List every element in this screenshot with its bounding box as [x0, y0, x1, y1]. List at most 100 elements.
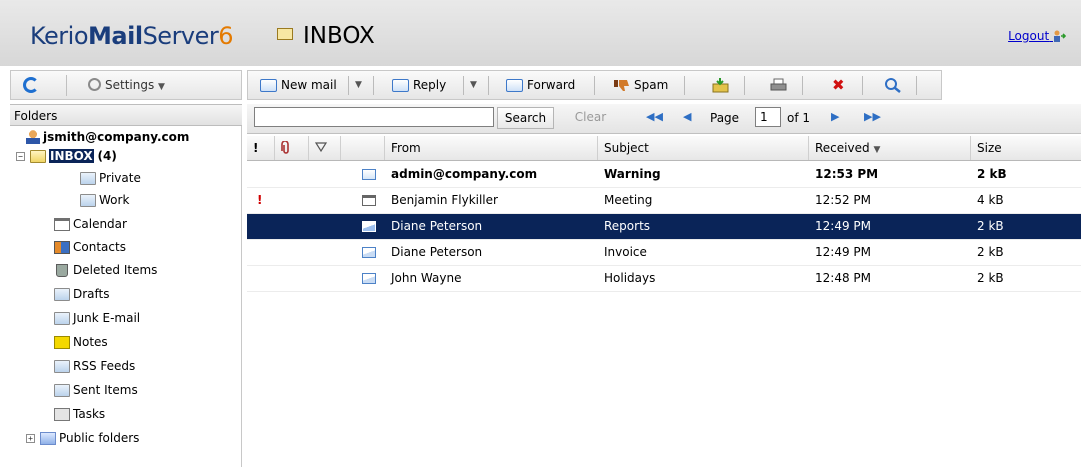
toolbar-separator: [66, 75, 67, 96]
folder-icon: [54, 311, 70, 325]
collapse-icon[interactable]: −: [16, 151, 25, 161]
column-from[interactable]: From: [385, 136, 598, 160]
sidebar-item-rss-feeds[interactable]: RSS Feeds: [54, 356, 135, 376]
column-subject[interactable]: Subject: [598, 136, 809, 160]
table-row[interactable]: Diane Peterson Invoice 12:49 PM 2 kB: [247, 240, 1081, 266]
column-size[interactable]: Size: [971, 136, 1081, 160]
refresh-icon[interactable]: [23, 77, 39, 93]
expand-icon[interactable]: +: [26, 433, 35, 443]
table-row[interactable]: John Wayne Holidays 12:48 PM 2 kB: [247, 266, 1081, 292]
subject-column-label: Subject: [604, 141, 649, 155]
gear-icon: [88, 78, 101, 91]
sidebar-item-contacts[interactable]: Contacts: [54, 237, 126, 257]
brand-server: Server: [142, 22, 219, 50]
first-page-icon[interactable]: ◀◀: [646, 110, 663, 123]
brand-prefix: Kerio: [30, 22, 89, 50]
forward-label: Forward: [527, 78, 576, 92]
sidebar-item-notes[interactable]: Notes: [54, 332, 108, 352]
folder-label: Sent Items: [73, 383, 138, 397]
message-size: 2 kB: [977, 167, 1007, 181]
message-list-header: ! From Subject Received ▼ Size: [247, 136, 1081, 161]
logout-label: Logout: [1008, 29, 1050, 43]
clear-button[interactable]: Clear: [564, 107, 617, 129]
reply-button[interactable]: Reply: [392, 71, 446, 99]
column-type: [341, 136, 385, 160]
folder-label: Calendar: [73, 217, 127, 231]
settings-button[interactable]: Settings ▼: [88, 78, 165, 92]
column-priority[interactable]: !: [247, 136, 275, 160]
reply-dropdown[interactable]: ▼: [470, 71, 477, 99]
sidebar-item-inbox[interactable]: − INBOX (4): [16, 146, 117, 166]
folder-label: Work: [99, 193, 130, 207]
priority-column-label: !: [253, 141, 259, 155]
message-received: 12:49 PM: [815, 219, 871, 233]
sidebar-item-junk-email[interactable]: Junk E-mail: [54, 308, 140, 328]
folder-label: Tasks: [73, 407, 106, 421]
next-page-icon[interactable]: ▶: [831, 110, 839, 123]
calendar-icon: [54, 217, 70, 231]
toolbar-separator: [744, 76, 745, 95]
page-title-text: INBOX: [303, 23, 375, 49]
table-row[interactable]: admin@company.com Warning 12:53 PM 2 kB: [247, 162, 1081, 188]
toolbar-separator: [463, 76, 464, 95]
sidebar-item-work[interactable]: Work: [80, 190, 129, 210]
toolbar-separator: [684, 76, 685, 95]
message-from: Benjamin Flykiller: [391, 193, 498, 207]
flag-icon: [314, 142, 328, 153]
folder-label: Contacts: [73, 240, 126, 254]
print-button[interactable]: [770, 71, 791, 99]
folder-label: Public folders: [59, 431, 140, 445]
sidebar-item-sent-items[interactable]: Sent Items: [54, 380, 138, 400]
reply-label: Reply: [413, 78, 447, 92]
sidebar-item-public-folders[interactable]: + Public folders: [26, 428, 139, 448]
table-row[interactable]: Diane Peterson Reports 12:49 PM 2 kB: [247, 214, 1081, 240]
folder-icon: [277, 28, 293, 40]
message-size: 2 kB: [977, 245, 1004, 259]
mail-unread-icon: [362, 169, 376, 180]
page-title: INBOX: [277, 23, 375, 49]
search-button[interactable]: Search: [497, 107, 554, 129]
message-received: 12:52 PM: [815, 193, 871, 207]
previous-page-icon[interactable]: ◀: [683, 110, 691, 123]
logout-link[interactable]: Logout: [1008, 29, 1067, 43]
folder-label: Deleted Items: [73, 263, 158, 277]
chevron-down-icon: ▼: [158, 82, 165, 92]
sidebar-item-calendar[interactable]: Calendar: [54, 214, 127, 234]
forward-button[interactable]: Forward: [506, 71, 575, 99]
folder-icon: [54, 287, 70, 301]
column-flag[interactable]: [309, 136, 341, 160]
new-mail-button[interactable]: New mail: [260, 71, 337, 99]
sidebar-item-deleted-items[interactable]: Deleted Items: [54, 260, 157, 280]
search-bar: Search Clear ◀◀ ◀ Page of 1 ▶ ▶▶: [247, 104, 1081, 134]
search-input[interactable]: [254, 107, 494, 127]
delete-button[interactable]: ✖: [832, 71, 845, 99]
last-page-icon[interactable]: ▶▶: [864, 110, 881, 123]
sidebar-item-private[interactable]: Private: [80, 168, 141, 188]
page-number-input[interactable]: [755, 107, 781, 127]
find-button[interactable]: [884, 71, 905, 99]
folder-icon: [54, 383, 70, 397]
table-row[interactable]: ! Benjamin Flykiller Meeting 12:52 PM 4 …: [247, 188, 1081, 214]
brand-logo: KerioMailServer6: [30, 22, 234, 50]
new-mail-dropdown[interactable]: ▼: [355, 71, 362, 99]
message-from: John Wayne: [391, 271, 462, 285]
column-received[interactable]: Received ▼: [809, 136, 971, 160]
sidebar-item-tasks[interactable]: Tasks: [54, 404, 105, 424]
meeting-request-icon: [362, 195, 376, 206]
toolbar-separator: [802, 76, 803, 95]
mail-read-icon: [362, 273, 376, 284]
forward-icon: [506, 78, 523, 92]
brand-mail: Mail: [88, 22, 143, 50]
account-node[interactable]: jsmith@company.com: [26, 127, 189, 147]
mail-read-icon: [362, 221, 376, 232]
sort-descending-icon: ▼: [873, 145, 881, 155]
move-to-folder-button[interactable]: [712, 71, 733, 99]
sidebar-item-drafts[interactable]: Drafts: [54, 284, 110, 304]
app-header: KerioMailServer6 INBOX Logout: [0, 0, 1081, 66]
spam-button[interactable]: Spam: [613, 71, 668, 99]
folder-icon: [80, 171, 96, 185]
message-from: Diane Peterson: [391, 219, 483, 233]
column-attachment[interactable]: [275, 136, 309, 160]
spam-label: Spam: [634, 78, 669, 92]
received-column-label: Received: [815, 141, 870, 155]
